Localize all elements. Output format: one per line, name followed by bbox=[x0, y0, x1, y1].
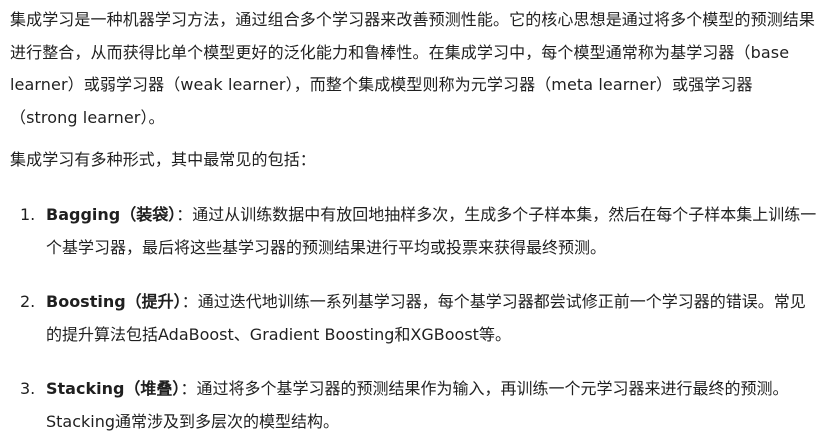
list-number: 2. bbox=[20, 291, 36, 311]
term-bagging: Bagging（装袋） bbox=[46, 204, 177, 224]
list-item-stacking: 3. Stacking（堆叠）：通过将多个基学习器的预测结果作为输入，再训练一个元… bbox=[10, 372, 819, 438]
lead-paragraph: 集成学习有多种形式，其中最常见的包括： bbox=[10, 150, 316, 169]
term-boosting: Boosting（提升） bbox=[46, 291, 182, 311]
list-number: 3. bbox=[20, 378, 36, 398]
intro-paragraph: 集成学习是一种机器学习方法，通过组合多个学习器来改善预测性能。它的核心思想是通过… bbox=[10, 10, 816, 127]
document-body: 集成学习是一种机器学习方法，通过组合多个学习器来改善预测性能。它的核心思想是通过… bbox=[0, 0, 827, 448]
ensemble-methods-list: 1. Bagging（装袋）：通过从训练数据中有放回地抽样多次，生成多个子样本集，… bbox=[10, 198, 819, 438]
term-stacking: Stacking（堆叠） bbox=[46, 378, 181, 398]
list-number: 1. bbox=[20, 204, 36, 224]
list-item-bagging: 1. Bagging（装袋）：通过从训练数据中有放回地抽样多次，生成多个子样本集，… bbox=[10, 198, 819, 264]
list-item-boosting: 2. Boosting（提升）：通过迭代地训练一系列基学习器，每个基学习器都尝试修… bbox=[10, 285, 819, 351]
